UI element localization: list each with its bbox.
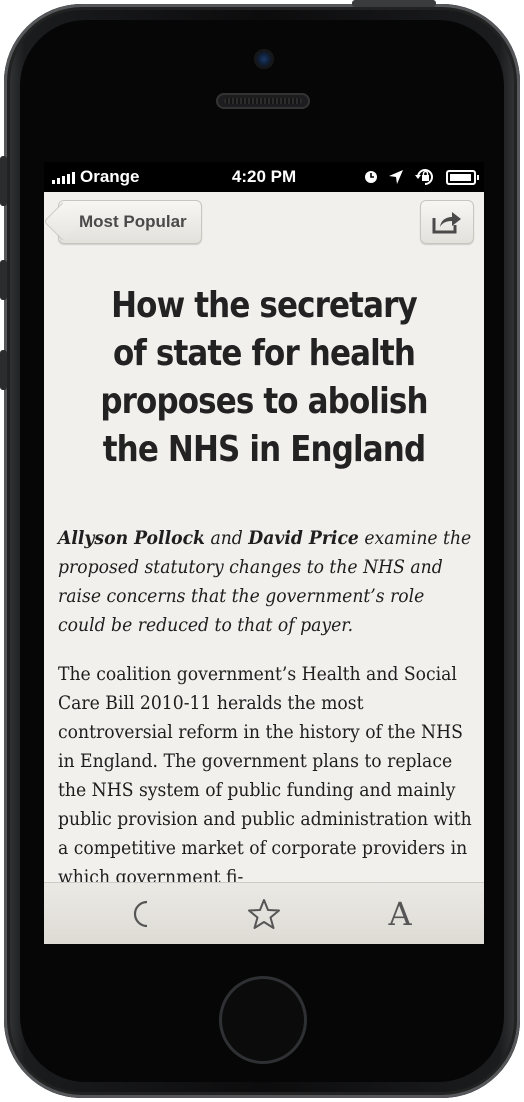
back-arrow-icon (44, 202, 82, 241)
status-icons (364, 168, 479, 186)
clock-icon (365, 171, 377, 183)
article-standfirst: Allyson Pollock and David Price examine … (58, 524, 475, 640)
favorite-button[interactable] (244, 895, 284, 933)
share-button[interactable] (420, 200, 474, 244)
power-button (352, 0, 436, 7)
bottom-toolbar: A (44, 882, 484, 944)
font-settings-button[interactable]: A (380, 895, 420, 933)
back-button-label: Most Popular (79, 212, 187, 231)
location-arrow-icon (389, 170, 403, 184)
rotation-lock-icon (415, 169, 433, 185)
share-icon (432, 212, 461, 234)
article-body: The coalition government’s Health and So… (58, 664, 472, 888)
status-bar: Orange 4:20 PM (44, 162, 484, 192)
back-button[interactable]: Most Popular (44, 200, 202, 244)
night-mode-button[interactable] (120, 895, 160, 933)
author-2: David Price (248, 528, 359, 549)
volume-up-button (0, 260, 7, 300)
screen: Orange 4:20 PM Most Popular How the secr… (44, 162, 484, 944)
volume-down-button (0, 350, 7, 390)
font-size-icon: A (388, 895, 412, 933)
battery-icon (446, 169, 479, 185)
home-button[interactable] (219, 976, 307, 1064)
moon-icon (133, 900, 148, 928)
front-camera (254, 49, 274, 69)
author-conjunction: and (210, 528, 243, 549)
earpiece-speaker (216, 93, 310, 109)
article-title: How the secretary of state for health pr… (100, 285, 428, 470)
star-icon (248, 899, 280, 929)
mute-switch (0, 156, 7, 206)
author-1: Allyson Pollock (58, 528, 205, 549)
